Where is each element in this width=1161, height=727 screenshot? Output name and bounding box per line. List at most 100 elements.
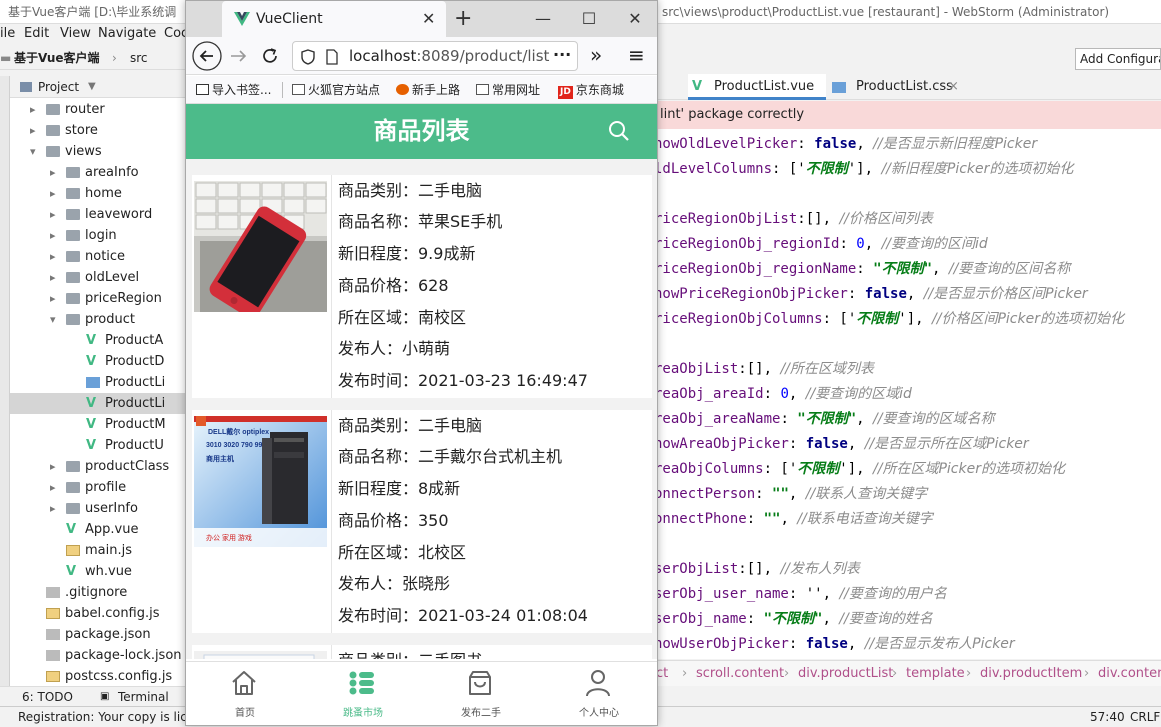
chevron-right-icon[interactable]: ▸ [50,183,60,204]
product-item[interactable]: 商品类别：二手电脑 商品名称：苹果SE手机 新旧程度：9.9成新 商品价格：62… [192,175,652,398]
menu-file[interactable]: ile [0,24,15,44]
tree-item-login[interactable]: ▸ login [10,225,186,246]
code-token: 不限制 [856,311,899,327]
tree-item-productm[interactable]: V ProductM [10,414,186,435]
tab-productlist-css[interactable]: ProductList.css × [830,74,962,100]
tree-item-priceregion[interactable]: ▸ priceRegion [10,288,186,309]
bookmark-import[interactable]: 导入书签... [196,76,271,104]
tree-item-views[interactable]: ▾ views [10,141,186,162]
product-item[interactable]: DELL戴尔 optiplex 3010 3020 790 990 商用主机 办… [192,410,652,633]
chevron-right-icon[interactable]: ▸ [50,162,60,183]
tree-item-wh-vue[interactable]: Vwh.vue [10,561,186,582]
crumb-src[interactable]: src [130,46,148,70]
terminal-tab[interactable]: Terminal [118,687,169,707]
tree-item-profile[interactable]: ▸ profile [10,477,186,498]
close-tab-icon[interactable]: ✕ [422,1,435,37]
tree-item-producta[interactable]: V ProductA [10,330,186,351]
maximize-icon[interactable]: ☐ [566,1,612,37]
close-icon[interactable]: × [948,74,959,100]
editor-crumb-item[interactable]: div.productItem [980,661,1082,686]
todo-tab[interactable]: 6: TODO [22,687,73,707]
tree-item-productd[interactable]: V ProductD [10,351,186,372]
address-bar[interactable]: localhost:8089/product/list ··· [292,41,578,71]
back-icon[interactable] [192,41,222,71]
tree-item-package-json[interactable]: package.json [10,624,186,645]
page-actions-icon[interactable]: ··· [553,42,571,68]
forward-icon[interactable] [228,46,248,66]
chevron-right-icon[interactable]: ▸ [50,477,60,498]
tree-item-productclass[interactable]: ▸ productClass [10,456,186,477]
tree-item-productli[interactable]: ProductLi [10,372,186,393]
project-icon [20,82,32,92]
product-image-dell[interactable]: DELL戴尔 optiplex 3010 3020 790 990 商用主机 办… [194,416,327,547]
menu-edit[interactable]: Edit [24,24,49,44]
code-editor[interactable]: howOldLevelPicker: false, //是否显示新旧程度Pick… [658,129,1161,659]
page-icon[interactable] [325,49,339,65]
tree-item-app-vue[interactable]: V App.vue [10,519,186,540]
menu-navigate[interactable]: Navigate [98,24,156,44]
tab-profile[interactable]: 个人中心 [540,662,657,725]
chevron-right-icon[interactable]: ▸ [30,120,40,141]
tab-publish[interactable]: 发布二手 [422,662,540,725]
minimize-icon[interactable]: — [520,1,566,37]
product-image-phone[interactable] [194,181,327,312]
chevron-right-icon[interactable]: ▸ [30,99,40,120]
tree-item-productu[interactable]: V ProductU [10,435,186,456]
tree-item-product[interactable]: ▾ product [10,309,186,330]
chevron-down-icon[interactable]: ▾ [50,309,60,330]
code-token: riceRegionObjColumns [658,311,823,327]
tree-item-oldlevel[interactable]: ▸ oldLevel [10,267,186,288]
product-item[interactable]: 商品类别：二手图书 [192,645,652,659]
chevron-right-icon[interactable]: ▸ [50,204,60,225]
tree-item--gitignore[interactable]: .gitignore [10,582,186,603]
tree-item-productli[interactable]: V ProductLi [10,393,186,414]
status-line-ending[interactable]: CRLF [1130,707,1160,727]
tree-item-leaveword[interactable]: ▸ leaveword [10,204,186,225]
editor-crumb-item[interactable]: scroll.content [696,661,784,686]
tree-item-notice[interactable]: ▸ notice [10,246,186,267]
status-position[interactable]: 57:40 [1090,707,1125,727]
crumb-project[interactable]: 基于Vue客户端 [14,46,100,70]
project-label[interactable]: Project [38,76,79,98]
editor-crumb-item[interactable]: div.content [1098,661,1161,686]
window-close-icon[interactable]: ✕ [612,1,657,37]
dropdown-icon[interactable]: ▼ [88,76,96,98]
tab-flea-market[interactable]: 跳蚤市场 [304,662,422,725]
chevron-right-icon[interactable]: ▸ [50,456,60,477]
search-icon[interactable] [608,120,630,142]
tree-item-store[interactable]: ▸ store [10,120,186,141]
bookmark-jd[interactable]: JD 京东商城 [558,76,624,104]
menu-view[interactable]: View [60,24,91,44]
chevron-right-icon[interactable]: ▸ [50,246,60,267]
shield-icon[interactable] [301,49,315,65]
overflow-chevron-icon[interactable]: » [590,43,602,67]
tree-item-router[interactable]: ▸ router [10,99,186,120]
editor-crumb-item[interactable]: div.productList [798,661,893,686]
editor-crumb-item[interactable]: template [906,661,965,686]
chevron-right-icon[interactable]: ▸ [50,288,60,309]
bookmark-common-sites[interactable]: 常用网址 [476,76,540,104]
chevron-right-icon[interactable]: ▸ [50,225,60,246]
chevron-right-icon[interactable]: ▸ [50,267,60,288]
code-token: , [847,436,865,452]
tree-item-babel-config-js[interactable]: babel.config.js [10,603,186,624]
chevron-down-icon[interactable]: ▾ [30,141,40,162]
new-tab-icon[interactable]: + [454,1,472,37]
product-image-book[interactable] [194,651,327,659]
bookmark-firefox-site[interactable]: 火狐官方站点 [292,76,380,104]
tab-productlist-vue[interactable]: V ProductList.vue × [688,74,843,100]
bookmark-getting-started[interactable]: 新手上路 [396,76,460,104]
browser-tab[interactable]: VueClient ✕ [222,1,446,37]
tree-item-areainfo[interactable]: ▸ areaInfo [10,162,186,183]
tree-item-main-js[interactable]: main.js [10,540,186,561]
tree-item-userinfo[interactable]: ▸ userInfo [10,498,186,519]
tree-item-postcss-config-js[interactable]: postcss.config.js [10,666,186,686]
reload-icon[interactable] [260,46,280,66]
chevron-right-icon[interactable]: ▸ [50,498,60,519]
add-configuration-button[interactable]: Add Configura [1075,48,1161,70]
editor-crumb-item[interactable]: ct [658,661,668,686]
tree-item-package-lock-json[interactable]: package-lock.json [10,645,186,666]
tab-home[interactable]: 首页 [186,662,304,725]
tree-item-home[interactable]: ▸ home [10,183,186,204]
menu-icon[interactable]: ≡ [628,43,645,67]
